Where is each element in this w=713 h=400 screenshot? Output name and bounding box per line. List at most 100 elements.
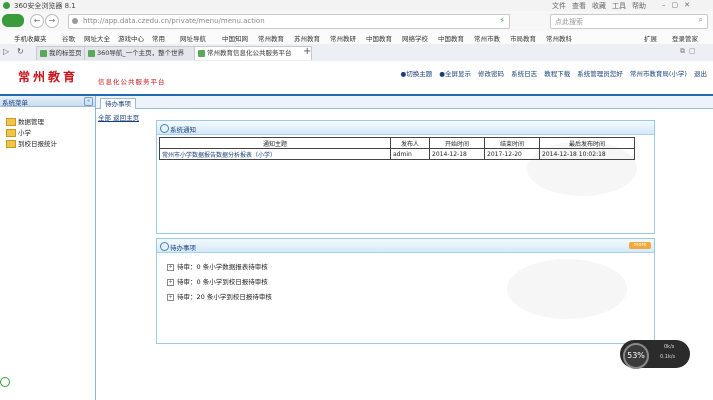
sidebar-item-primary-school[interactable]: 小学 <box>6 127 31 137</box>
user-greeting: 系统管理员您好 <box>577 70 623 78</box>
table-cell: 2017-12-20 <box>484 148 540 160</box>
bookmark-item[interactable]: 中国教育 <box>366 33 392 43</box>
bookmark-item[interactable]: 游戏中心 <box>118 33 144 43</box>
sidebar-header: 系统菜单 « <box>0 96 95 107</box>
network-speed-widget[interactable]: 53% 0k/s 0.1k/s <box>620 340 690 369</box>
tab-favicon-icon <box>40 50 47 57</box>
todo-icon <box>160 242 169 251</box>
menu-tools[interactable]: 工具 <box>612 1 626 11</box>
tab-tools-icon[interactable]: ⧉▢ <box>680 47 700 56</box>
switch-theme-link[interactable]: ●切换主题 <box>401 70 433 78</box>
menu-view[interactable]: 查看 <box>572 1 586 11</box>
sidebar-toggle-icon[interactable]: ▷ <box>3 47 9 56</box>
browser-tab-active[interactable]: 常州教育信息化公共服务平台 <box>194 46 312 60</box>
memory-percent: 53% <box>623 343 649 369</box>
expand-icon[interactable]: + <box>167 263 174 271</box>
tab-favicon-icon <box>198 50 205 57</box>
browser-logo-icon <box>3 2 10 9</box>
forward-arrow-icon[interactable]: → <box>45 14 59 28</box>
bookmark-item[interactable]: 网址大全 <box>84 33 110 43</box>
refresh-icon[interactable]: ↻ <box>17 47 24 56</box>
lightning-icon[interactable]: ⚡ <box>499 16 505 25</box>
app-logo: 常州教育 <box>18 70 79 84</box>
top-nav: ●切换主题 ●全屏显示 修改密码 系统日志 教程下载 系统管理员您好 常州市教育… <box>396 68 707 78</box>
notice-icon <box>160 124 169 133</box>
sidebar-item-daily-report[interactable]: 到校日报统计 <box>6 138 57 148</box>
table-cell: 2014-12-18 <box>429 148 485 160</box>
sidebar-title: 系统菜单 <box>2 99 28 107</box>
expand-icon[interactable]: + <box>167 278 174 286</box>
back-arrow-icon[interactable]: ← <box>30 14 44 28</box>
folder-icon <box>6 118 16 126</box>
folder-icon <box>6 129 16 137</box>
main-tab-bar: 待办事项 <box>96 96 713 109</box>
browser-title: 360安全浏览器 8.1 <box>14 2 76 10</box>
col-header: 发布人 <box>390 137 430 149</box>
col-header: 开始时间 <box>429 137 485 149</box>
bookmark-item[interactable]: 常州教研 <box>330 33 356 43</box>
bookmark-item[interactable]: 苏州教育 <box>294 33 320 43</box>
bookmark-item[interactable]: 中国教育 <box>438 33 464 43</box>
menu-help[interactable]: 帮助 <box>632 1 646 11</box>
status-icon[interactable] <box>0 377 10 387</box>
notice-table: 通知主题 发布人 开始时间 结束时间 最后发布时间 常州市小学数据报告数据分析报… <box>159 137 635 160</box>
upload-speed: 0k/s <box>664 344 675 350</box>
url-input[interactable]: http://app.data.czedu.cn/private/menu/me… <box>83 17 265 25</box>
tab-todo[interactable]: 待办事项 <box>100 98 136 109</box>
bookmarks-bar: 手机收藏夹 谷歌 网址大全 游戏中心 常用 网址导航 中国知网 常州教育 苏州教… <box>0 31 713 45</box>
bookmark-item[interactable]: 市局教育 <box>510 33 536 43</box>
todo-item[interactable]: + 待审：0 条小学到校日报待审核 <box>167 276 268 286</box>
watermark-decoration <box>507 259 627 319</box>
search-icon[interactable]: ⌕ <box>699 15 703 25</box>
bookmark-item[interactable]: 谷歌 <box>62 33 75 43</box>
bookmark-item[interactable]: 常州教育 <box>258 33 284 43</box>
bookmark-item[interactable]: 登录管家 <box>672 33 698 43</box>
bookmark-item[interactable]: 常州市教 <box>474 33 500 43</box>
todo-item[interactable]: + 待审：20 条小学到校日报待审核 <box>167 291 272 301</box>
table-row: 常州市小学数据报告数据分析报表（小学） admin 2014-12-18 201… <box>159 148 635 160</box>
search-input[interactable]: 点此搜索 <box>555 17 583 27</box>
bookmark-item[interactable]: 手机收藏夹 <box>14 33 47 43</box>
col-header: 结束时间 <box>484 137 540 149</box>
menu-file[interactable]: 文件 <box>552 1 566 11</box>
notice-panel: 系统通知 通知主题 发布人 开始时间 结束时间 最后发布时间 常州市小学数据报告… <box>156 120 655 234</box>
address-bar: ← → http://app.data.czedu.cn/private/men… <box>0 11 713 32</box>
expand-icon[interactable]: + <box>167 293 174 301</box>
col-header: 通知主题 <box>159 137 391 149</box>
todo-item[interactable]: + 待审：0 条小学数据报表待审核 <box>167 261 268 271</box>
app-header: 常州教育 信息化公共服务平台 ●切换主题 ●全屏显示 修改密码 系统日志 教程下… <box>0 61 713 96</box>
new-tab-icon[interactable]: + <box>303 46 311 57</box>
home-logo-icon[interactable] <box>2 14 24 27</box>
notice-panel-title: 系统通知 <box>170 126 196 134</box>
bookmark-item[interactable]: 扩展 <box>644 33 657 43</box>
bookmark-item[interactable]: 网址导航 <box>180 33 206 43</box>
table-cell: 2014-12-18 10:02:18 <box>539 148 635 160</box>
more-button[interactable]: more <box>629 242 651 249</box>
folder-icon <box>6 140 16 148</box>
bookmark-item[interactable]: 常州教科 <box>546 33 572 43</box>
change-password-link[interactable]: 修改密码 <box>478 70 504 78</box>
sidebar: 系统菜单 « 数据管理 小学 到校日报统计 <box>0 96 96 400</box>
download-speed: 0.1k/s <box>660 354 676 360</box>
fullscreen-link[interactable]: ●全屏显示 <box>439 70 471 78</box>
collapse-icon[interactable]: « <box>84 97 93 106</box>
notice-subject-link[interactable]: 常州市小学数据报告数据分析报表（小学） <box>159 148 391 160</box>
system-log-link[interactable]: 系统日志 <box>511 70 537 78</box>
search-box[interactable]: 点此搜索 ⌕ <box>550 14 708 29</box>
tutorial-download-link[interactable]: 教程下载 <box>544 70 570 78</box>
tab-favicon-icon <box>88 50 95 57</box>
window-controls[interactable]: –▢✕ <box>662 1 696 9</box>
bookmark-item[interactable]: 中国知网 <box>222 33 248 43</box>
bookmark-item[interactable]: 常用 <box>152 33 165 43</box>
todo-panel: 待办事项 more + 待审：0 条小学数据报表待审核 + 待审：0 条小学到校日报… <box>156 238 655 344</box>
todo-panel-header: 待办事项 more <box>157 239 654 253</box>
browser-tab-bar: ▷ ↻ 我的标签页 360导航_一个主页，整个世界 常州教育信息化公共服务平台 … <box>0 44 713 62</box>
sub-links[interactable]: 全部 返回主页 <box>98 112 139 122</box>
menu-favorites[interactable]: 收藏 <box>592 1 606 11</box>
bookmark-item[interactable]: 网络学校 <box>402 33 428 43</box>
logout-link[interactable]: 退出 <box>694 70 707 78</box>
url-box[interactable]: http://app.data.czedu.cn/private/menu/me… <box>68 14 510 29</box>
col-header: 最后发布时间 <box>539 137 635 149</box>
sidebar-item-data-management[interactable]: 数据管理 <box>6 116 44 126</box>
browser-tab[interactable]: 360导航_一个主页，整个世界 <box>84 46 202 60</box>
